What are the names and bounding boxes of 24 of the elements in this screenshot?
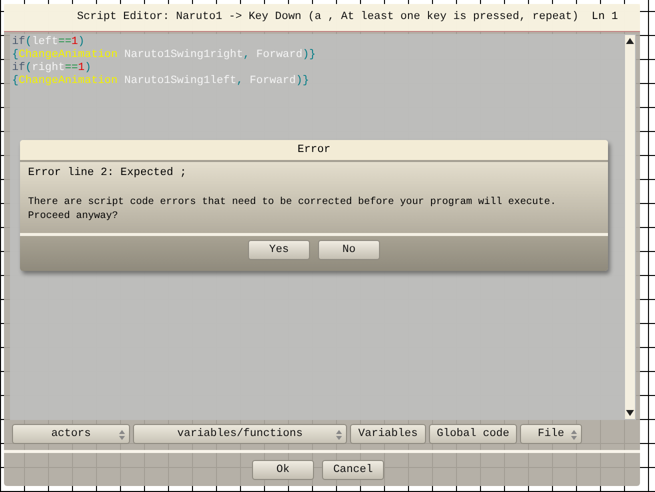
code-line: {ChangeAnimation Naruto1Swing1left, Forward)} [12, 74, 310, 88]
up-down-arrows-icon [336, 430, 342, 440]
dialog-button[interactable]: No [318, 240, 380, 260]
scrollbar[interactable] [624, 34, 636, 420]
dropdown[interactable]: actors [12, 424, 130, 444]
up-down-arrows-icon [571, 430, 577, 440]
dialog-button[interactable]: Yes [248, 240, 310, 260]
dialog-title: Error [20, 140, 608, 162]
code-line: {ChangeAnimation Naruto1Swing1right, Forward)} [12, 48, 317, 62]
scroll-up-icon[interactable] [625, 36, 635, 45]
error-text: Error line 2: Expected ; [28, 167, 188, 179]
error-message: There are script code errors that need to be corrected before your program will execute. Proceed anyway? [28, 196, 558, 224]
line-indicator: Ln 1 [592, 11, 618, 24]
window-title: Script Editor: Naruto1 -> Key Down (a , At least one key is pressed, repeat) [76, 11, 580, 24]
dialog-button[interactable]: Ok [252, 460, 314, 480]
up-down-arrows-icon [119, 430, 125, 440]
code-line: if(left==1) [12, 36, 86, 49]
dropdown[interactable]: File [520, 424, 582, 444]
toolbar-button[interactable]: Variables [350, 424, 426, 444]
code-line: if(right==1) [12, 62, 92, 75]
scroll-down-icon[interactable] [625, 409, 635, 418]
toolbar-button[interactable]: Global code [429, 424, 517, 444]
dialog-button[interactable]: Cancel [322, 460, 384, 480]
dropdown[interactable]: variables/functions [133, 424, 347, 444]
